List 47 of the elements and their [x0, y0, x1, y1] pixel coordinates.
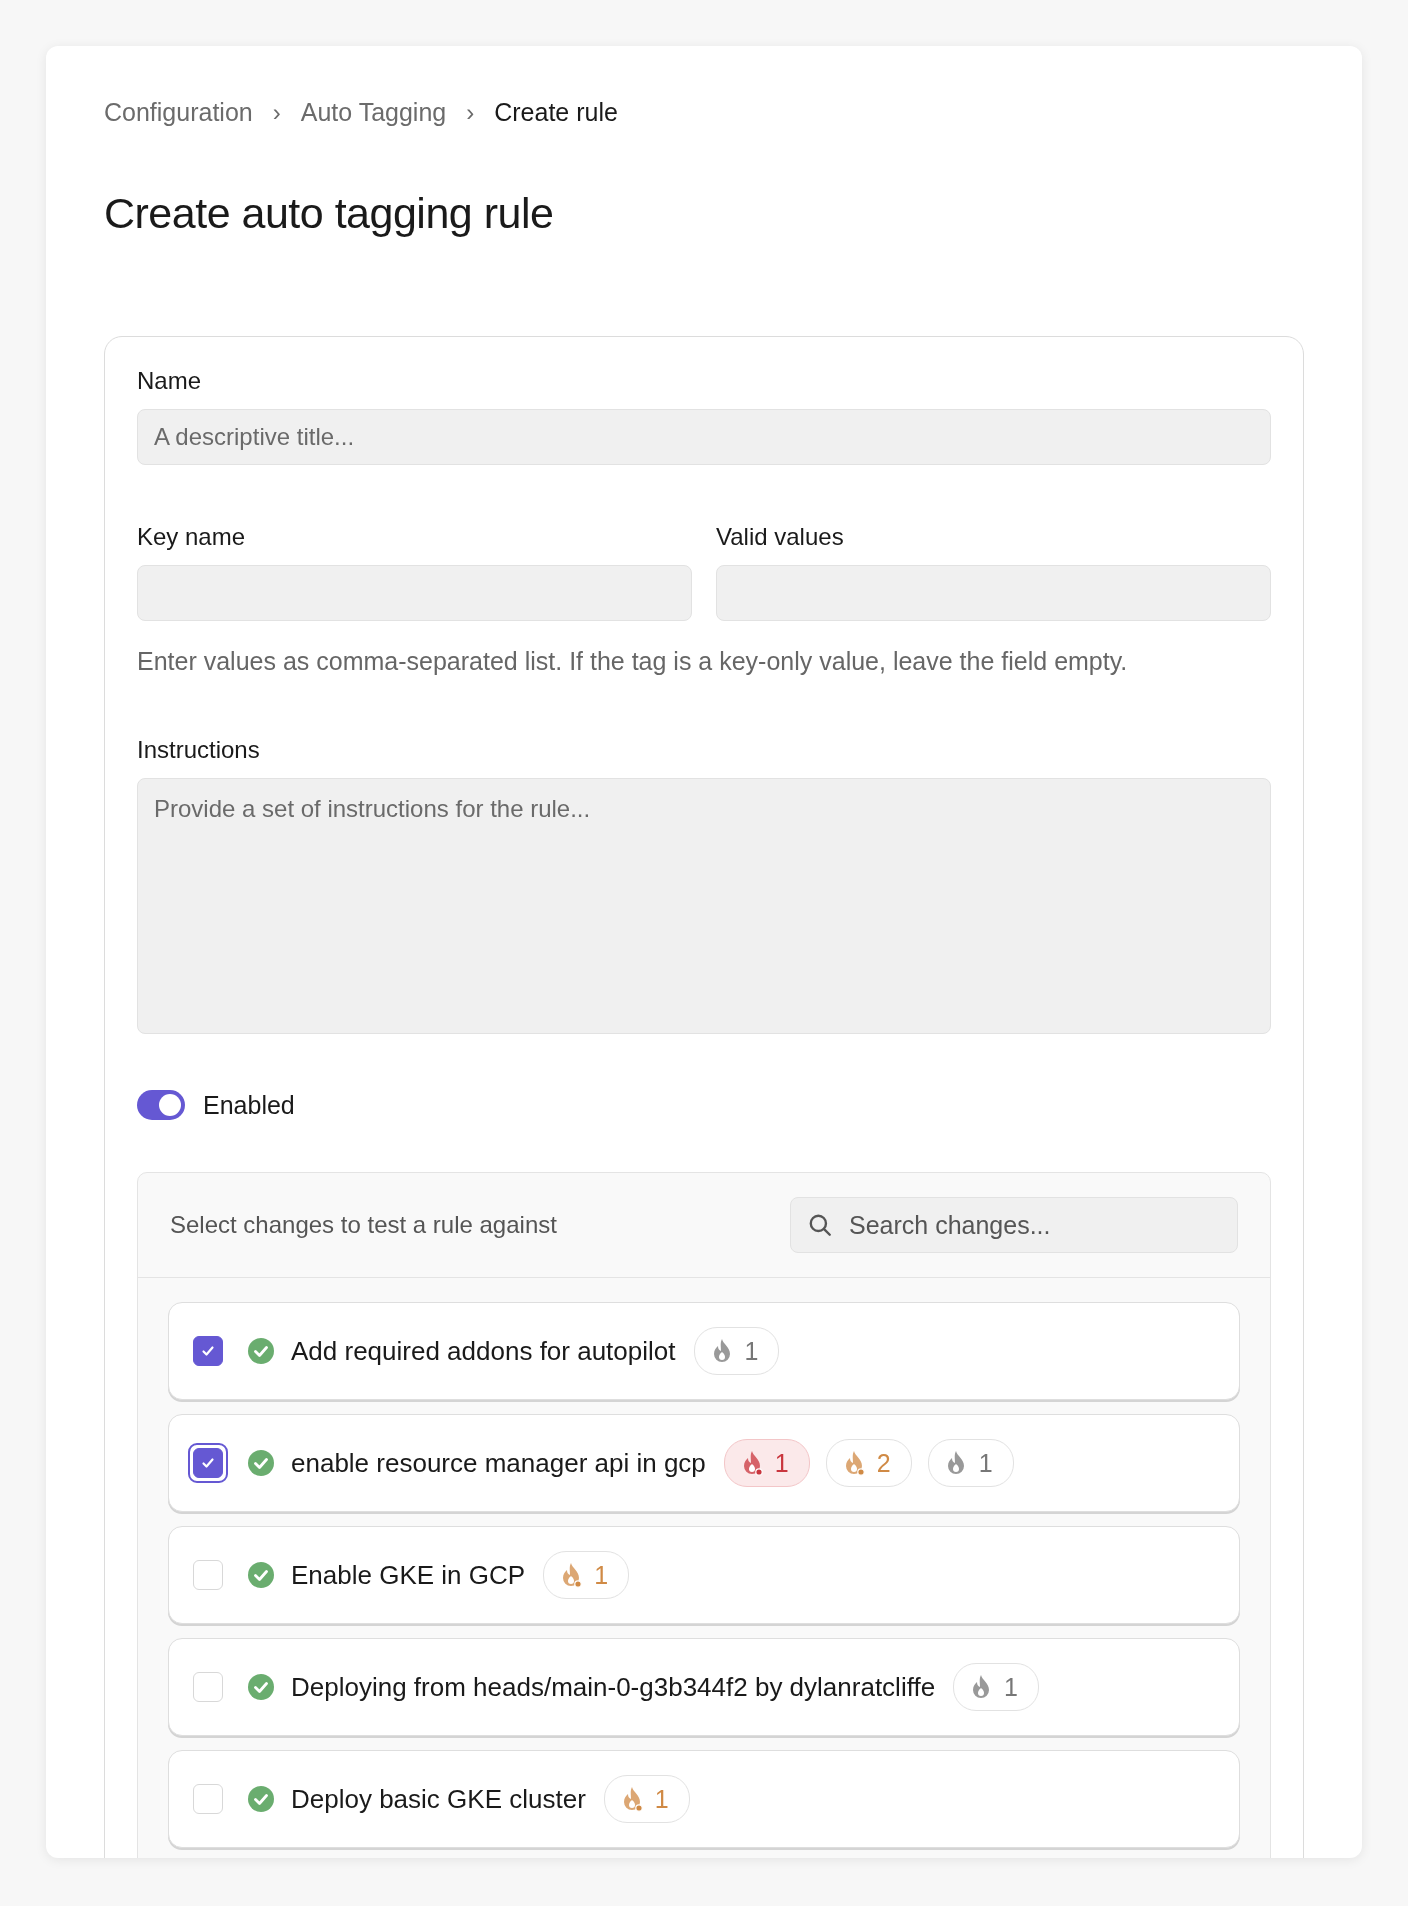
risk-badge: 1	[927, 1439, 1014, 1487]
name-field[interactable]: A descriptive title...	[137, 409, 1271, 465]
change-row[interactable]: enable resource manager api in gcp 1 2 1	[168, 1414, 1240, 1512]
change-title: Deploy basic GKE cluster	[291, 1783, 586, 1815]
breadcrumb-link[interactable]: Configuration	[104, 98, 253, 127]
search-field[interactable]: Search changes...	[847, 1209, 1221, 1241]
change-row[interactable]: Deploying from heads/main-0-g3b344f2 by dylanratcliffe 1	[168, 1638, 1240, 1736]
search-box[interactable]: Search changes...	[790, 1197, 1238, 1253]
risk-badge: 2	[825, 1439, 912, 1487]
change-title: Add required addons for autopilot	[291, 1335, 676, 1367]
change-title: Enable GKE in GCP	[291, 1559, 526, 1591]
check-icon	[200, 1343, 216, 1359]
breadcrumb-link[interactable]: Auto Tagging	[300, 98, 447, 127]
success-icon	[247, 1337, 275, 1365]
success-icon	[247, 1449, 275, 1477]
breadcrumb-separator: ›	[466, 98, 475, 127]
toggle-label: Enabled	[203, 1090, 295, 1120]
field-label: Valid values	[716, 523, 845, 551]
change-row[interactable]: Enable GKE in GCP 1	[168, 1526, 1240, 1624]
valid-values-field[interactable]	[716, 565, 1271, 621]
help-text: Enter values as comma-separated list. If the tag is a key-only value, leave the field empty.	[137, 647, 1129, 676]
change-row[interactable]: Add required addons for autopilot 1	[168, 1302, 1240, 1400]
search-icon	[807, 1212, 833, 1238]
instructions-field[interactable]: Provide a set of instructions for the rule...	[137, 778, 1271, 1034]
breadcrumb-link[interactable]: Create rule	[494, 98, 618, 127]
risk-badge: 1	[693, 1327, 780, 1375]
flame-icon	[560, 1562, 583, 1588]
field-label: Name	[137, 367, 203, 395]
success-icon	[247, 1785, 275, 1813]
change-title: Deploying from heads/main-0-g3b344f2 by dylanratcliffe	[291, 1671, 936, 1703]
breadcrumb-separator: ›	[272, 98, 281, 127]
panel-title: Select changes to test a rule against	[170, 1211, 557, 1239]
risk-badge: 1	[543, 1551, 630, 1599]
change-row[interactable]: Deploy basic GKE cluster 1	[168, 1750, 1240, 1848]
page-title: Create auto tagging rule	[104, 189, 555, 238]
success-icon	[247, 1673, 275, 1701]
toggle-switch[interactable]	[137, 1090, 185, 1120]
success-icon	[247, 1561, 275, 1589]
risk-badge: 1	[953, 1663, 1039, 1711]
checkbox[interactable]	[193, 1336, 223, 1366]
change-title: enable resource manager api in gcp	[291, 1447, 706, 1479]
check-icon	[200, 1455, 216, 1471]
key-name-field[interactable]	[137, 565, 692, 621]
risk-badge: 1	[723, 1439, 810, 1487]
field-label: Key name	[137, 523, 247, 551]
field-label: Instructions	[137, 736, 261, 764]
risk-badge: 1	[603, 1775, 690, 1823]
